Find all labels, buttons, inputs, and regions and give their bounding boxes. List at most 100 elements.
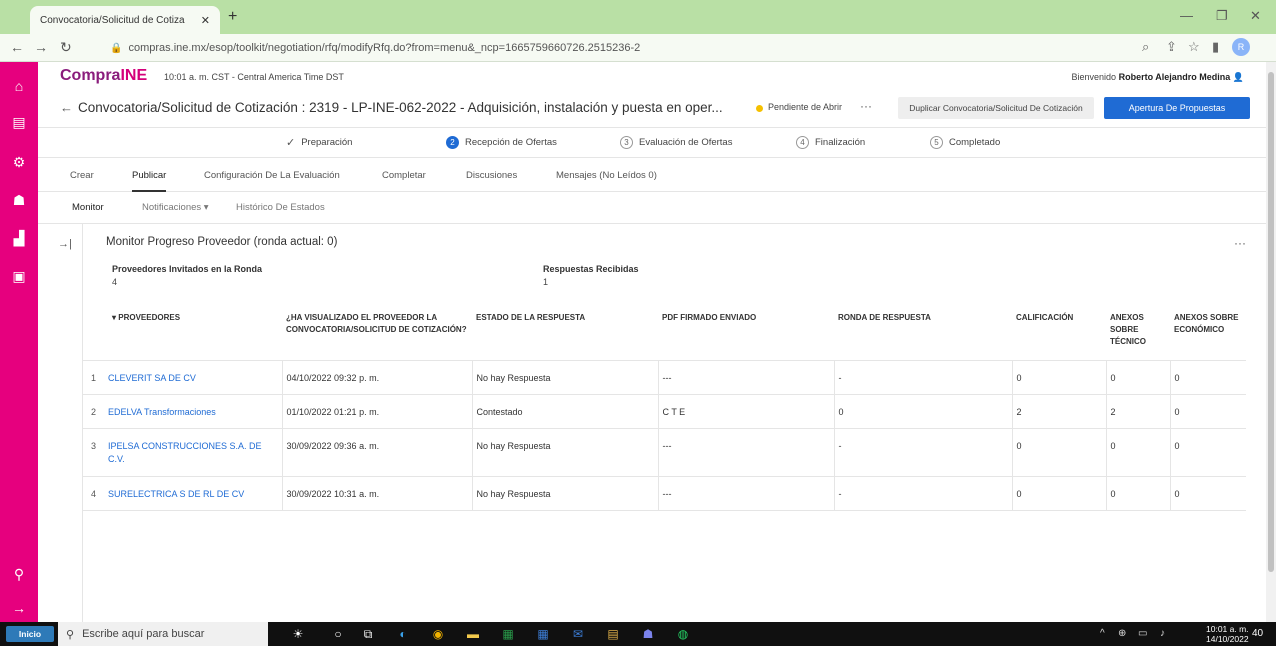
header-ronda: RONDA DE RESPUESTA: [834, 300, 1012, 361]
open-proposals-button[interactable]: Apertura De Propuestas: [1104, 97, 1250, 119]
primary-tabs: Crear Publicar Configuración De La Evalu…: [38, 158, 1266, 192]
compraine-logo[interactable]: CompraINE: [60, 67, 147, 85]
supplier-link[interactable]: CLEVERIT SA DE CV: [104, 360, 282, 395]
start-button[interactable]: Inicio: [6, 626, 54, 642]
url-field[interactable]: 🔒 compras.ine.mx/esop/toolkit/negotiatio…: [110, 39, 1110, 57]
excel-icon[interactable]: ▦: [500, 626, 516, 642]
network-icon[interactable]: ⚙: [0, 154, 38, 171]
step-recepcion[interactable]: 2 Recepción de Ofertas: [446, 136, 557, 149]
step-finalizacion[interactable]: 4 Finalización: [796, 136, 865, 149]
chrome-icon[interactable]: ◉: [430, 626, 446, 642]
tab-close-icon[interactable]: ✕: [201, 14, 210, 27]
tab-discusiones[interactable]: Discusiones: [466, 170, 517, 181]
lock-icon: 🔒: [110, 42, 123, 54]
teams-icon[interactable]: ☗: [640, 626, 656, 642]
search-placeholder: Escribe aquí para buscar: [82, 628, 205, 640]
suppliers-table: ▾ PROVEEDORES ¿HA VISUALIZADO EL PROVEED…: [82, 300, 1246, 511]
browser-tab[interactable]: Convocatoria/Solicitud de Cotiza ✕: [30, 6, 220, 34]
subtab-historico[interactable]: Histórico De Estados: [236, 202, 325, 213]
outlook-icon[interactable]: ✉: [570, 626, 586, 642]
monitor-more-icon[interactable]: ···: [1234, 236, 1246, 250]
search-icon[interactable]: ⚲: [0, 566, 38, 583]
tab-completar[interactable]: Completar: [382, 170, 426, 181]
forward-arrow-icon[interactable]: →: [34, 39, 48, 55]
network-tray-icon[interactable]: ⊕: [1118, 628, 1126, 639]
collapse-panel-icon[interactable]: →|: [58, 238, 72, 250]
response-status: No hay Respuesta: [471, 428, 658, 477]
step-completado[interactable]: 5 Completado: [930, 136, 1000, 149]
documents-icon[interactable]: ▣: [0, 268, 38, 285]
table-row: 3 IPELSA CONSTRUCCIONES S.A. DE C.V. 30/…: [82, 428, 1246, 477]
window-close-button[interactable]: ✕: [1250, 8, 1261, 24]
calendar-icon[interactable]: ▤: [605, 626, 621, 642]
zoom-icon[interactable]: ⌕: [1142, 39, 1149, 55]
step-preparacion[interactable]: ✓ Preparación: [286, 136, 352, 149]
sidepanel-icon[interactable]: ▮: [1212, 39, 1219, 55]
weather-icon[interactable]: ☀: [290, 626, 306, 642]
back-arrow-icon[interactable]: ←: [60, 100, 73, 115]
reload-icon[interactable]: ↻: [60, 39, 72, 56]
tab-mensajes[interactable]: Mensajes (No Leídos 0): [556, 170, 657, 181]
new-tab-button[interactable]: +: [228, 8, 237, 26]
header-index: [82, 300, 104, 361]
edge-icon[interactable]: ◐: [395, 626, 411, 642]
annex-economic: 0: [1169, 360, 1246, 395]
tray-chevron-icon[interactable]: ^: [1100, 628, 1105, 639]
header-pdf: PDF FIRMADO ENVIADO: [658, 300, 834, 361]
row-index: 1: [82, 360, 104, 395]
duplicate-button[interactable]: Duplicar Convocatoria/Solicitud De Cotiz…: [898, 97, 1094, 119]
subtab-notificaciones[interactable]: Notificaciones ▾: [142, 202, 209, 213]
back-arrow-icon[interactable]: ←: [10, 39, 24, 55]
viewed-date: 04/10/2022 09:32 p. m.: [281, 360, 472, 395]
whatsapp-icon[interactable]: ◍: [675, 626, 691, 642]
tab-configuracion[interactable]: Configuración De La Evaluación: [204, 170, 340, 181]
score: 2: [1011, 394, 1106, 429]
profile-avatar[interactable]: R: [1232, 38, 1250, 56]
scrollbar-thumb[interactable]: [1268, 72, 1274, 572]
annex-technical: 0: [1105, 476, 1170, 511]
volume-icon[interactable]: ♪: [1160, 628, 1165, 639]
pdf-sent: ---: [657, 476, 834, 511]
user-name: Roberto Alejandro Medina: [1118, 72, 1231, 82]
tab-crear[interactable]: Crear: [70, 170, 94, 181]
explorer-icon[interactable]: ▬: [465, 626, 481, 642]
restore-button[interactable]: ❐: [1216, 8, 1228, 24]
task-view-icon[interactable]: ⧉: [360, 626, 376, 642]
share-icon[interactable]: ⇪: [1166, 39, 1177, 55]
annex-technical: 0: [1105, 360, 1170, 395]
tab-publicar[interactable]: Publicar: [132, 170, 167, 192]
supplier-link[interactable]: EDELVA Transformaciones: [104, 394, 282, 429]
cortana-icon[interactable]: ○: [330, 626, 346, 642]
app-header: CompraINE 10:01 a. m. CST - Central Amer…: [38, 62, 1266, 90]
status-badge: Pendiente de Abrir: [768, 102, 843, 112]
browser-tabbar: Convocatoria/Solicitud de Cotiza ✕ + — ❐…: [0, 0, 1276, 34]
step-evaluacion[interactable]: 3 Evaluación de Ofertas: [620, 136, 732, 149]
header-calificacion: CALIFICACIÓN: [1012, 300, 1106, 361]
score: 0: [1011, 476, 1106, 511]
minimize-button[interactable]: —: [1180, 8, 1193, 23]
page-title: Convocatoria/Solicitud de Cotización : 2…: [78, 100, 723, 115]
windows-taskbar: Inicio ⚲ Escribe aquí para buscar ☀ ○ ⧉ ◐…: [0, 622, 1276, 646]
page-scrollbar[interactable]: [1266, 62, 1276, 622]
display-tray-icon[interactable]: ▭: [1138, 628, 1147, 639]
home-icon[interactable]: ⌂: [0, 78, 38, 94]
more-actions-icon[interactable]: ···: [860, 99, 872, 113]
bookmark-star-icon[interactable]: ☆: [1188, 39, 1200, 55]
header-proveedores[interactable]: ▾ PROVEEDORES: [104, 300, 282, 361]
taskbar-clock[interactable]: 10:01 a. m. 14/10/2022: [1206, 624, 1249, 644]
word-icon[interactable]: ▦: [535, 626, 551, 642]
dashboard-icon[interactable]: ▤: [0, 114, 38, 131]
users-icon[interactable]: ☗: [0, 192, 38, 209]
subtab-monitor[interactable]: Monitor: [72, 202, 104, 213]
welcome-text[interactable]: Bienvenido Roberto Alejandro Medina 👤: [1072, 72, 1244, 83]
expand-arrow-icon[interactable]: →: [0, 600, 38, 616]
reports-icon[interactable]: ▟: [0, 230, 38, 247]
taskbar-search[interactable]: ⚲ Escribe aquí para buscar: [58, 622, 268, 646]
supplier-link[interactable]: IPELSA CONSTRUCCIONES S.A. DE C.V.: [104, 428, 282, 477]
header-clock: 10:01 a. m. CST - Central America Time D…: [164, 72, 344, 82]
invited-value: 4: [112, 277, 118, 287]
notification-icon[interactable]: 40: [1252, 628, 1263, 639]
viewed-date: 30/09/2022 09:36 a. m.: [281, 428, 472, 477]
supplier-link[interactable]: SURELECTRICA S DE RL DE CV: [104, 476, 282, 511]
user-icon: 👤: [1232, 72, 1244, 82]
